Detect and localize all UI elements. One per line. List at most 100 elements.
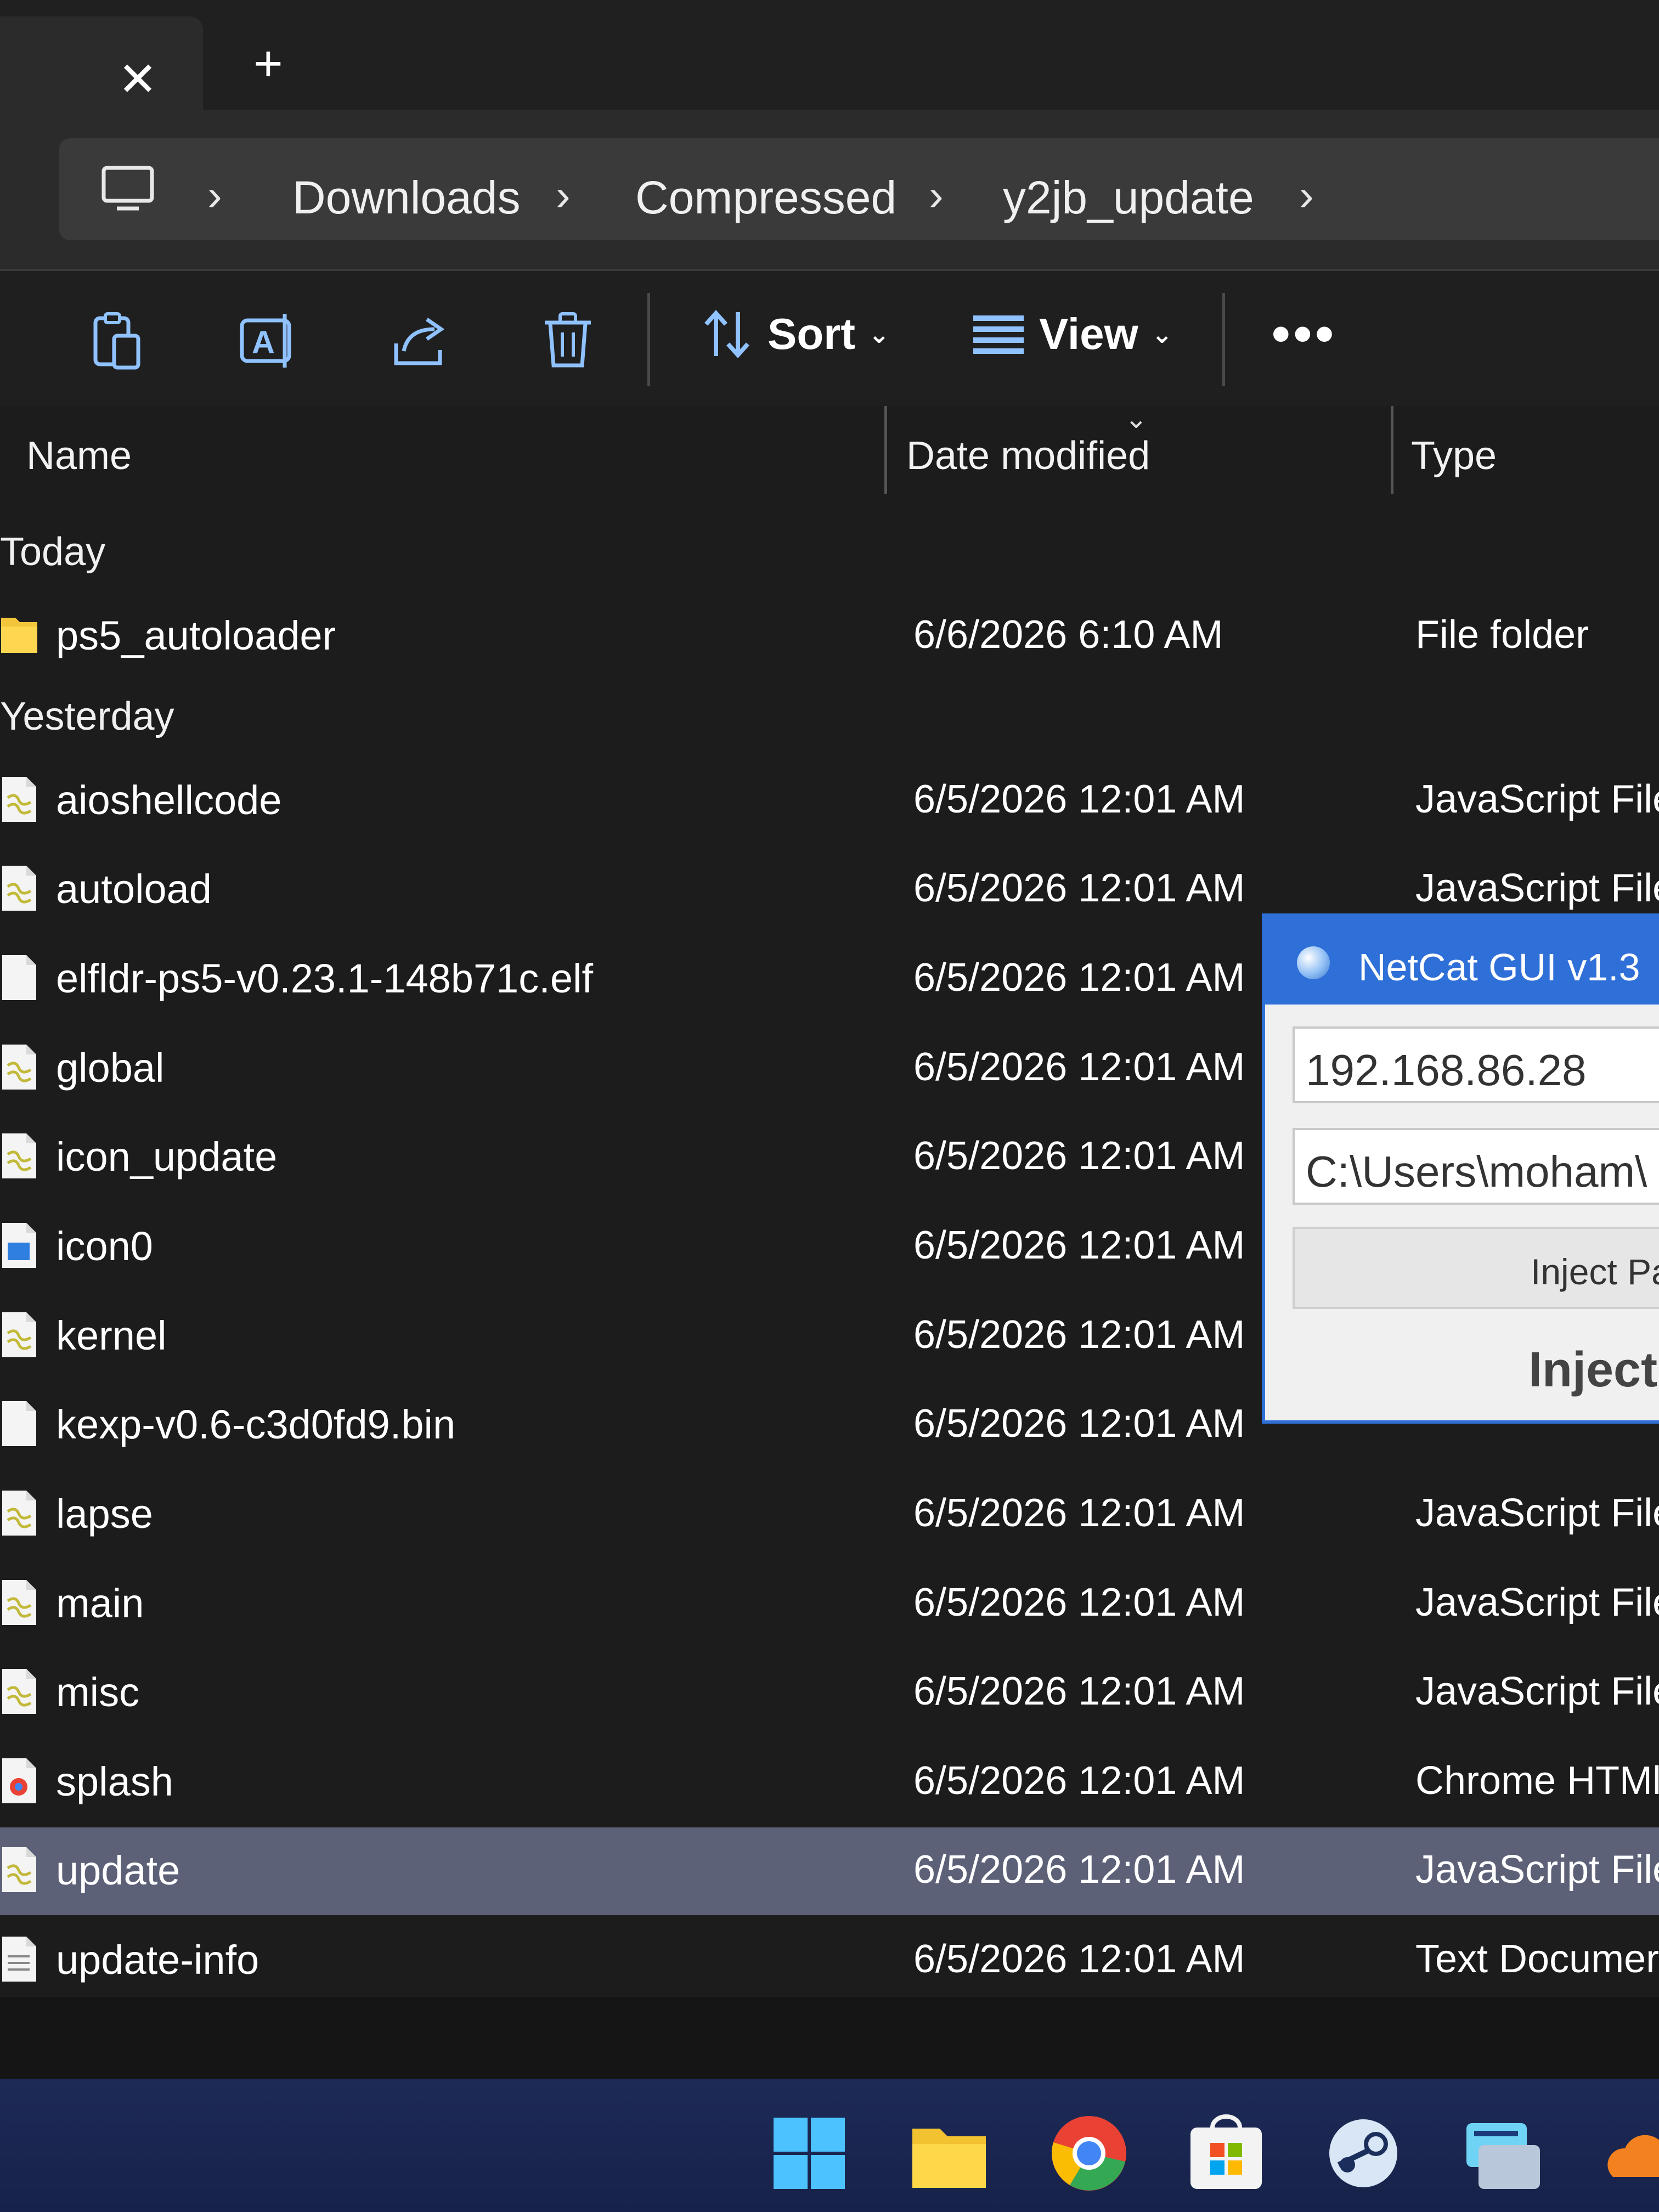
file-name: elfldr-ps5-v0.23.1-148b71c.elf bbox=[56, 956, 594, 1001]
chevron-down-icon: ⌄ bbox=[868, 320, 890, 348]
file-date-modified: 6/5/2026 12:01 AM bbox=[913, 1045, 1245, 1089]
breadcrumb-chevron-icon[interactable]: › bbox=[1299, 170, 1314, 221]
file-name: main bbox=[56, 1581, 144, 1626]
file-name: kexp-v0.6-c3d0fd9.bin bbox=[56, 1402, 456, 1447]
rename-icon[interactable]: A bbox=[239, 311, 299, 371]
microsoft-store-icon[interactable] bbox=[1185, 2112, 1267, 2194]
file-date-modified: 6/5/2026 12:01 AM bbox=[913, 1848, 1245, 1892]
ip-address-input[interactable]: 192.168.86.28 bbox=[1293, 1026, 1659, 1103]
cloud-icon[interactable] bbox=[1602, 2112, 1659, 2194]
file-date-modified: 6/5/2026 12:01 AM bbox=[913, 1937, 1245, 1981]
sort-icon bbox=[704, 310, 749, 358]
file-name: aioshellcode bbox=[56, 777, 282, 823]
payload-path-value: C:\Users\moham\ bbox=[1306, 1147, 1647, 1196]
view-icon bbox=[973, 315, 1024, 354]
view-button[interactable]: View ⌄ bbox=[971, 304, 1172, 364]
column-header-type[interactable]: Type bbox=[1411, 433, 1497, 478]
group-header-today[interactable]: Today bbox=[0, 529, 105, 574]
inject-payload-label: Inject Pa bbox=[1531, 1251, 1659, 1292]
file-name: misc bbox=[56, 1669, 140, 1715]
file-row[interactable]: update-info 6/5/2026 12:01 AM Text Documer bbox=[0, 1917, 1659, 2005]
js-file-icon bbox=[2, 777, 36, 822]
file-row[interactable]: ps5_autoloader 6/6/2026 6:10 AM File folde… bbox=[0, 592, 1659, 680]
paste-icon[interactable] bbox=[89, 311, 144, 371]
share-icon[interactable] bbox=[391, 311, 451, 371]
start-icon[interactable] bbox=[768, 2112, 850, 2194]
file-date-modified: 6/5/2026 12:01 AM bbox=[913, 1581, 1245, 1624]
view-label: View bbox=[1039, 309, 1138, 358]
file-date-modified: 6/5/2026 12:01 AM bbox=[913, 777, 1245, 821]
file-name: ps5_autoloader bbox=[56, 613, 336, 658]
file-name: autoload bbox=[56, 866, 212, 912]
globe-icon bbox=[1297, 946, 1330, 979]
breadcrumb-compressed[interactable]: Compressed bbox=[635, 171, 896, 224]
file-type: JavaScript File bbox=[1415, 1669, 1659, 1713]
sort-label: Sort bbox=[768, 309, 855, 358]
file-icon bbox=[2, 1401, 36, 1446]
file-name: update bbox=[56, 1848, 180, 1893]
payload-path-input[interactable]: C:\Users\moham\ bbox=[1293, 1128, 1659, 1205]
column-header-name[interactable]: Name bbox=[26, 433, 132, 478]
js-file-icon bbox=[2, 1847, 36, 1892]
file-name: lapse bbox=[56, 1491, 153, 1537]
text-file-icon bbox=[2, 1937, 36, 1982]
js-file-icon bbox=[2, 1669, 36, 1714]
this-pc-icon[interactable] bbox=[100, 165, 155, 214]
file-type: Chrome HTMl bbox=[1415, 1759, 1659, 1803]
column-divider[interactable] bbox=[884, 406, 887, 494]
chrome-icon[interactable] bbox=[1048, 2112, 1130, 2194]
close-tab-icon[interactable]: ✕ bbox=[118, 56, 157, 103]
delete-icon[interactable] bbox=[540, 311, 595, 371]
js-file-icon bbox=[2, 1580, 36, 1625]
folder-icon bbox=[1, 618, 37, 653]
sort-button[interactable]: Sort ⌄ bbox=[699, 304, 890, 364]
file-date-modified: 6/5/2026 12:01 AM bbox=[913, 1223, 1245, 1267]
breadcrumb-y2jb-update[interactable]: y2jb_update bbox=[1003, 171, 1254, 224]
taskbar bbox=[0, 2079, 1659, 2212]
steam-icon[interactable] bbox=[1322, 2112, 1404, 2194]
file-name: kernel bbox=[56, 1313, 167, 1358]
file-type: JavaScript File bbox=[1415, 1491, 1659, 1535]
keyboard-app-icon[interactable] bbox=[1462, 2112, 1544, 2194]
file-type: JavaScript File bbox=[1415, 777, 1659, 821]
breadcrumb-chevron-icon[interactable]: › bbox=[929, 170, 944, 221]
toolbar-divider bbox=[1222, 293, 1225, 386]
file-date-modified: 6/5/2026 12:01 AM bbox=[913, 866, 1245, 910]
file-date-modified: 6/5/2026 12:01 AM bbox=[913, 1669, 1245, 1713]
breadcrumb-chevron-icon[interactable]: › bbox=[207, 170, 222, 221]
file-row[interactable]: splash 6/5/2026 12:01 AM Chrome HTMl bbox=[0, 1739, 1659, 1826]
js-file-icon bbox=[2, 1312, 36, 1357]
file-date-modified: 6/5/2026 12:01 AM bbox=[913, 1313, 1245, 1357]
file-type: JavaScript File bbox=[1415, 1581, 1659, 1624]
netcat-title: NetCat GUI v1.3 bbox=[1358, 946, 1640, 989]
file-row[interactable]: lapse 6/5/2026 12:01 AM JavaScript File bbox=[0, 1471, 1659, 1559]
file-name: icon0 bbox=[56, 1223, 153, 1269]
new-tab-button[interactable]: + bbox=[253, 38, 283, 89]
active-tab[interactable]: ✕ bbox=[0, 16, 203, 110]
file-row[interactable]: update 6/5/2026 12:01 AM JavaScript File bbox=[0, 1827, 1659, 1915]
file-date-modified: 6/5/2026 12:01 AM bbox=[913, 1402, 1245, 1446]
file-type: JavaScript File bbox=[1415, 866, 1659, 910]
breadcrumb-downloads[interactable]: Downloads bbox=[292, 171, 521, 224]
group-header-yesterday[interactable]: Yesterday bbox=[0, 694, 174, 739]
more-options-button[interactable]: ••• bbox=[1272, 304, 1337, 364]
chevron-down-icon: ⌄ bbox=[1151, 320, 1173, 348]
inject-button[interactable]: Inject bbox=[1528, 1342, 1657, 1398]
column-header-date-modified[interactable]: Date modified bbox=[906, 433, 1150, 478]
file-type: JavaScript File bbox=[1415, 1848, 1659, 1892]
file-date-modified: 6/5/2026 12:01 AM bbox=[913, 956, 1245, 1000]
file-date-modified: 6/6/2026 6:10 AM bbox=[913, 613, 1223, 657]
inject-payload-button[interactable]: Inject Pa bbox=[1293, 1227, 1659, 1309]
file-row[interactable]: aioshellcode 6/5/2026 12:01 AM JavaScript … bbox=[0, 757, 1659, 845]
breadcrumb-chevron-icon[interactable]: › bbox=[556, 170, 571, 221]
breadcrumb[interactable]: › Downloads › Compressed › y2jb_update › bbox=[59, 138, 1659, 240]
file-row[interactable]: main 6/5/2026 12:01 AM JavaScript File bbox=[0, 1560, 1659, 1648]
file-explorer-icon[interactable] bbox=[908, 2112, 990, 2194]
ip-address-value: 192.168.86.28 bbox=[1306, 1046, 1587, 1094]
netcat-gui-window: NetCat GUI v1.3 192.168.86.28 C:\Users\m… bbox=[1262, 913, 1659, 1424]
svg-text:A: A bbox=[252, 325, 275, 360]
file-row[interactable]: misc 6/5/2026 12:01 AM JavaScript File bbox=[0, 1649, 1659, 1737]
column-divider[interactable] bbox=[1391, 406, 1393, 494]
file-name: splash bbox=[56, 1759, 173, 1804]
netcat-titlebar[interactable]: NetCat GUI v1.3 bbox=[1265, 917, 1659, 1005]
